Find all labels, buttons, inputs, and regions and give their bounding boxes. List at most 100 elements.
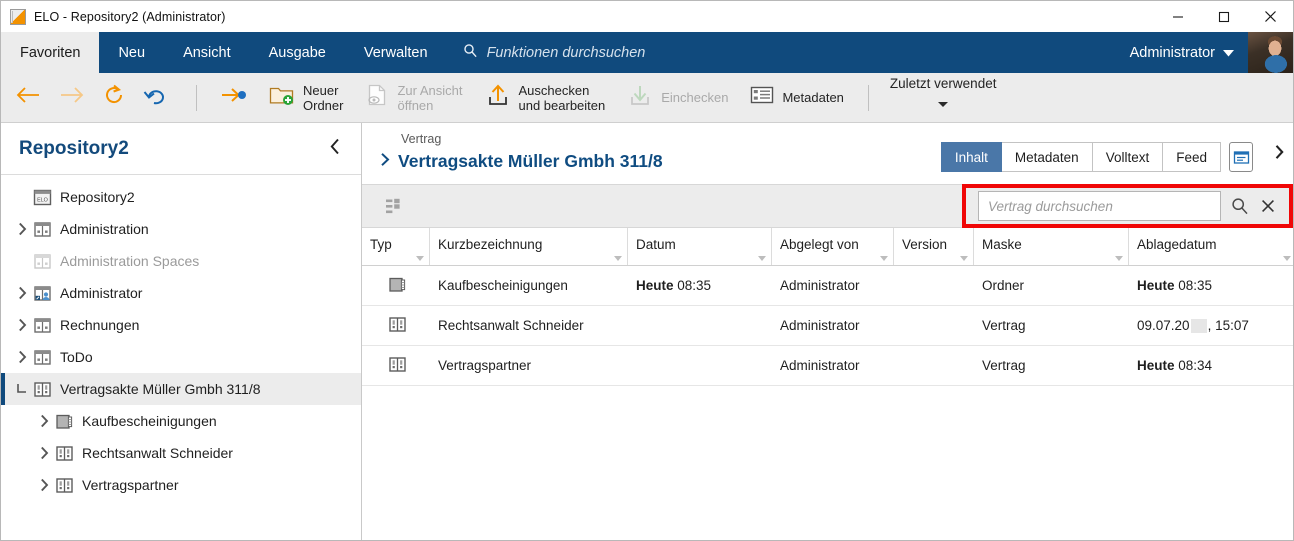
ribbon-tab-favoriten[interactable]: Favoriten	[1, 32, 100, 73]
folder-cabinet-dim-icon	[33, 253, 52, 270]
column-header-version[interactable]: Version	[894, 228, 974, 265]
tab-inhalt[interactable]: Inhalt	[940, 142, 1002, 172]
sort-caret-icon[interactable]	[758, 256, 766, 261]
column-label: Datum	[636, 237, 676, 252]
avatar[interactable]	[1248, 32, 1293, 73]
preview-pane-icon[interactable]	[1229, 142, 1253, 172]
chevron-right-icon[interactable]	[380, 152, 391, 172]
zuletzt-verwendet-dropdown[interactable]: Zuletzt verwendet	[882, 76, 1005, 120]
table-body: Kaufbescheinigungen Heute 08:35 Administ…	[362, 266, 1293, 540]
tree-item-label: Administrator	[60, 285, 143, 301]
ribbon-tab-neu[interactable]: Neu	[99, 32, 164, 73]
arrow-left-icon[interactable]	[15, 85, 41, 110]
undo-icon[interactable]	[143, 85, 167, 110]
function-search[interactable]: Funktionen durchsuchen	[447, 32, 660, 73]
tab-metadaten[interactable]: Metadaten	[1001, 142, 1093, 172]
sort-caret-icon[interactable]	[1283, 256, 1291, 261]
tree-item-vertragspartner[interactable]: Vertragspartner	[1, 469, 361, 501]
arrow-right-icon	[59, 85, 85, 110]
column-header-typ[interactable]: Typ	[362, 228, 430, 265]
tree-item-administration-spaces[interactable]: Administration Spaces	[1, 245, 361, 277]
content-panel: Vertrag Vertragsakte Müller Gmbh 311/8 I…	[362, 123, 1293, 540]
maximize-button[interactable]	[1201, 1, 1247, 32]
einchecken-button: Einchecken	[616, 76, 739, 120]
elo-repository-icon: ELO	[33, 189, 52, 206]
column-header-abgelegt-von[interactable]: Abgelegt von	[772, 228, 894, 265]
close-button[interactable]	[1247, 1, 1293, 32]
sort-caret-icon[interactable]	[880, 256, 888, 261]
tree-item-administrator[interactable]: Administrator	[1, 277, 361, 309]
breadcrumb: Vertrag Vertragsakte Müller Gmbh 311/8	[380, 131, 663, 172]
sort-caret-icon[interactable]	[614, 256, 622, 261]
check-out-icon	[485, 84, 511, 111]
table-row[interactable]: Vertragspartner Administrator Vertrag He…	[362, 346, 1293, 386]
sort-caret-icon[interactable]	[960, 256, 968, 261]
new-folder-icon	[269, 84, 295, 111]
auschecken-label: Auschecken und bearbeiten	[519, 83, 606, 113]
ablage-time: 08:34	[1178, 358, 1213, 373]
cell-kurzbezeichnung: Kaufbescheinigungen	[438, 278, 568, 293]
tree-item-repository2[interactable]: ELO Repository2	[1, 181, 361, 213]
chevron-right-icon[interactable]	[33, 478, 55, 492]
list-view-icon[interactable]	[386, 198, 404, 215]
metadaten-button[interactable]: Metadaten	[739, 76, 854, 120]
ribbon-tab-label: Ausgabe	[268, 44, 326, 61]
chevron-right-icon[interactable]	[11, 286, 33, 300]
twisty-expanded-icon[interactable]	[11, 382, 33, 396]
metadaten-label: Metadaten	[782, 90, 844, 105]
chevron-left-icon[interactable]	[324, 134, 347, 164]
tree-item-vertragsakte-mueller[interactable]: Vertragsakte Müller Gmbh 311/8	[1, 373, 361, 405]
column-header-ablagedatum[interactable]: Ablagedatum	[1129, 228, 1293, 265]
table-row[interactable]: Rechtsanwalt Schneider Administrator Ver…	[362, 306, 1293, 346]
magnifier-icon[interactable]	[1221, 197, 1257, 215]
sort-caret-icon[interactable]	[416, 256, 424, 261]
sidebar: Repository2 ELO Repository2 Administrati…	[1, 123, 362, 540]
user-name-label: Administrator	[1129, 44, 1215, 61]
chevron-right-icon[interactable]	[33, 414, 55, 428]
ribbon-tab-verwalten[interactable]: Verwalten	[345, 32, 447, 73]
refresh-icon[interactable]	[103, 84, 125, 111]
close-icon[interactable]	[1257, 199, 1275, 213]
document-table: Typ Kurzbezeichnung Datum Abgelegt von V…	[362, 228, 1293, 540]
goto-button[interactable]	[210, 76, 258, 120]
tab-label: Feed	[1176, 149, 1207, 165]
document-folder-icon	[388, 276, 407, 296]
label-line-2: öffnen	[397, 97, 434, 113]
minimize-button[interactable]	[1155, 1, 1201, 32]
window-controls	[1155, 1, 1293, 32]
auschecken-und-bearbeiten-button[interactable]: Auschecken und bearbeiten	[474, 76, 617, 120]
view-tabs-more-icon[interactable]	[1274, 144, 1285, 165]
redaction-block	[1190, 318, 1207, 333]
chevron-right-icon[interactable]	[11, 222, 33, 236]
chevron-right-icon[interactable]	[11, 318, 33, 332]
toolbar-separator-2	[867, 84, 869, 111]
label-line-1: Auschecken	[518, 82, 590, 98]
window-title: ELO - Repository2 (Administrator)	[34, 9, 226, 24]
column-header-kurzbezeichnung[interactable]: Kurzbezeichnung	[430, 228, 628, 265]
tree-item-label: Administration Spaces	[60, 253, 200, 269]
cell-ablagedatum: 09.07.20 , 15:07	[1129, 318, 1293, 333]
chevron-right-icon[interactable]	[33, 446, 55, 460]
chevron-right-icon[interactable]	[11, 350, 33, 364]
sort-caret-icon[interactable]	[1115, 256, 1123, 261]
neuer-ordner-button[interactable]: Neuer Ordner	[258, 76, 354, 120]
tab-feed[interactable]: Feed	[1163, 142, 1221, 172]
ribbon-tab-ansicht[interactable]: Ansicht	[164, 32, 250, 73]
elo-application-window: ELO - Repository2 (Administrator) Favori…	[0, 0, 1294, 541]
tree-item-kaufbescheinigungen[interactable]: Kaufbescheinigungen	[1, 405, 361, 437]
tree-item-administration[interactable]: Administration	[1, 213, 361, 245]
table-row[interactable]: Kaufbescheinigungen Heute 08:35 Administ…	[362, 266, 1293, 306]
tree-item-label: ToDo	[60, 349, 93, 365]
search-placeholder: Vertrag durchsuchen	[988, 198, 1113, 214]
tree-item-rechtsanwalt-schneider[interactable]: Rechtsanwalt Schneider	[1, 437, 361, 469]
document-preview-icon	[365, 84, 389, 111]
user-menu[interactable]: Administrator	[1130, 32, 1293, 73]
column-header-datum[interactable]: Datum	[628, 228, 772, 265]
folder-cabinet-icon	[33, 349, 52, 366]
tree-item-todo[interactable]: ToDo	[1, 341, 361, 373]
tab-volltext[interactable]: Volltext	[1092, 142, 1164, 172]
tree-item-rechnungen[interactable]: Rechnungen	[1, 309, 361, 341]
column-header-maske[interactable]: Maske	[974, 228, 1129, 265]
search-input[interactable]: Vertrag durchsuchen	[978, 191, 1221, 221]
ribbon-tab-ausgabe[interactable]: Ausgabe	[250, 32, 345, 73]
